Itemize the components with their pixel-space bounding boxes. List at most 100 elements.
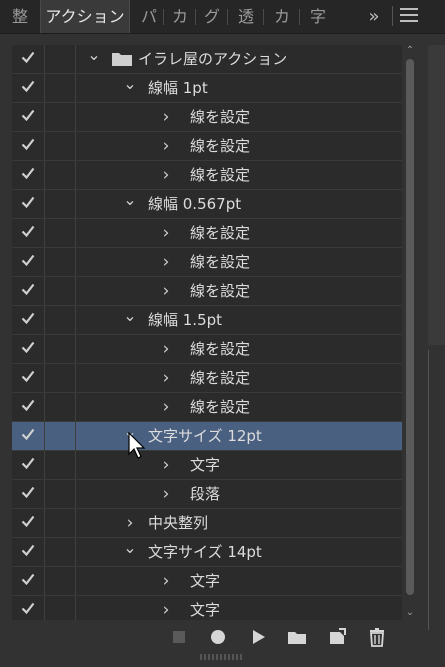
action-row[interactable]: ⌄ 線幅 1pt xyxy=(12,74,402,103)
toggle-dialog-cell[interactable] xyxy=(45,596,76,620)
toggle-dialog-cell[interactable] xyxy=(45,480,76,508)
action-step-row[interactable]: › 線を設定 xyxy=(12,132,402,161)
chevron-down-icon[interactable]: ⌄ xyxy=(122,74,138,102)
scroll-up-icon[interactable]: ⌃ xyxy=(404,45,416,57)
chevron-right-icon[interactable]: › xyxy=(158,219,174,247)
scroll-down-icon[interactable]: ⌄ xyxy=(404,607,416,619)
toggle-dialog-cell[interactable] xyxy=(45,132,76,160)
toggle-item-cell[interactable] xyxy=(12,567,45,595)
action-step-row[interactable]: › 線を設定 xyxy=(12,393,402,422)
toggle-dialog-cell[interactable] xyxy=(45,74,76,102)
toggle-item-cell[interactable] xyxy=(12,364,45,392)
toggle-item-cell[interactable] xyxy=(12,335,45,363)
toggle-item-cell[interactable] xyxy=(12,480,45,508)
action-step-row[interactable]: › 線を設定 xyxy=(12,103,402,132)
chevron-right-icon[interactable]: › xyxy=(158,480,174,508)
chevron-right-icon[interactable]: › xyxy=(158,364,174,392)
record-icon[interactable] xyxy=(207,626,229,648)
toggle-dialog-cell[interactable] xyxy=(45,509,76,537)
tab-overflow-icon[interactable]: » xyxy=(362,0,386,33)
action-set-row[interactable]: ⌄ イラレ屋のアクション xyxy=(12,45,402,74)
action-row[interactable]: ⌄ 線幅 1.5pt xyxy=(12,306,402,335)
tab-character[interactable]: 字 xyxy=(304,0,332,33)
chevron-down-icon[interactable]: ⌄ xyxy=(86,45,102,73)
action-step-row[interactable]: › 線を設定 xyxy=(12,161,402,190)
toggle-item-cell[interactable] xyxy=(12,45,45,73)
chevron-right-icon[interactable]: › xyxy=(158,335,174,363)
tab-transparency[interactable]: 透 xyxy=(232,0,260,33)
chevron-down-icon[interactable]: ⌄ xyxy=(122,306,138,334)
tab-align[interactable]: 整 xyxy=(6,0,34,33)
toggle-item-cell[interactable] xyxy=(12,393,45,421)
toggle-dialog-cell[interactable] xyxy=(45,103,76,131)
tab-gradient[interactable]: グ xyxy=(198,0,226,33)
toggle-item-cell[interactable] xyxy=(12,538,45,566)
action-row[interactable]: › 中央整列 xyxy=(12,509,402,538)
action-step-row[interactable]: › 段落 xyxy=(12,480,402,509)
toggle-dialog-cell[interactable] xyxy=(45,306,76,334)
chevron-right-icon[interactable]: › xyxy=(158,596,174,620)
toggle-item-cell[interactable] xyxy=(12,161,45,189)
scroll-thumb[interactable] xyxy=(406,59,414,595)
toggle-item-cell[interactable] xyxy=(12,74,45,102)
toggle-dialog-cell[interactable] xyxy=(45,190,76,218)
chevron-right-icon[interactable]: › xyxy=(122,509,138,537)
toggle-dialog-cell[interactable] xyxy=(45,161,76,189)
action-step-row[interactable]: › 文字 xyxy=(12,567,402,596)
toggle-item-cell[interactable] xyxy=(12,103,45,131)
toggle-dialog-cell[interactable] xyxy=(45,45,76,73)
action-row[interactable]: ⌄ 文字サイズ 12pt xyxy=(12,422,402,451)
toggle-item-cell[interactable] xyxy=(12,219,45,247)
play-icon[interactable] xyxy=(247,626,269,648)
action-step-row[interactable]: › 文字 xyxy=(12,596,402,620)
tab-pathfinder[interactable]: パ xyxy=(136,0,162,33)
toggle-dialog-cell[interactable] xyxy=(45,451,76,479)
toggle-item-cell[interactable] xyxy=(12,509,45,537)
chevron-down-icon[interactable]: ⌄ xyxy=(122,538,138,566)
toggle-item-cell[interactable] xyxy=(12,190,45,218)
new-set-folder-icon[interactable] xyxy=(286,626,308,648)
toggle-dialog-cell[interactable] xyxy=(45,277,76,305)
action-row[interactable]: ⌄ 文字サイズ 14pt xyxy=(12,538,402,567)
action-step-row[interactable]: › 文字 xyxy=(12,451,402,480)
toggle-dialog-cell[interactable] xyxy=(45,364,76,392)
action-step-row[interactable]: › 線を設定 xyxy=(12,219,402,248)
panel-menu-icon[interactable] xyxy=(400,8,418,24)
toggle-dialog-cell[interactable] xyxy=(45,422,76,450)
action-row[interactable]: ⌄ 線幅 0.567pt xyxy=(12,190,402,219)
toggle-item-cell[interactable] xyxy=(12,248,45,276)
tab-actions[interactable]: アクション xyxy=(40,0,130,33)
action-step-row[interactable]: › 線を設定 xyxy=(12,248,402,277)
action-step-row[interactable]: › 線を設定 xyxy=(12,364,402,393)
toggle-item-cell[interactable] xyxy=(12,132,45,160)
chevron-down-icon[interactable]: ⌄ xyxy=(122,190,138,218)
vertical-scrollbar[interactable]: ⌃ ⌄ xyxy=(404,45,416,620)
toggle-dialog-cell[interactable] xyxy=(45,393,76,421)
tab-color[interactable]: カ xyxy=(166,0,194,33)
toggle-item-cell[interactable] xyxy=(12,596,45,620)
stop-recording-icon[interactable] xyxy=(168,626,190,648)
toggle-dialog-cell[interactable] xyxy=(45,538,76,566)
toggle-item-cell[interactable] xyxy=(12,451,45,479)
toggle-dialog-cell[interactable] xyxy=(45,219,76,247)
delete-trash-icon[interactable] xyxy=(366,626,388,648)
toggle-item-cell[interactable] xyxy=(12,422,45,450)
new-action-icon[interactable] xyxy=(326,626,348,648)
action-step-row[interactable]: › 線を設定 xyxy=(12,335,402,364)
action-step-row[interactable]: › 線を設定 xyxy=(12,277,402,306)
chevron-right-icon[interactable]: › xyxy=(158,103,174,131)
chevron-right-icon[interactable]: › xyxy=(158,132,174,160)
chevron-right-icon[interactable]: › xyxy=(158,393,174,421)
toggle-item-cell[interactable] xyxy=(12,277,45,305)
chevron-right-icon[interactable]: › xyxy=(158,567,174,595)
tab-color-guide[interactable]: カ xyxy=(268,0,296,33)
panel-resize-grip[interactable] xyxy=(200,654,244,660)
chevron-right-icon[interactable]: › xyxy=(158,161,174,189)
toggle-dialog-cell[interactable] xyxy=(45,335,76,363)
toggle-dialog-cell[interactable] xyxy=(45,567,76,595)
chevron-right-icon[interactable]: › xyxy=(158,277,174,305)
chevron-right-icon[interactable]: › xyxy=(158,248,174,276)
chevron-right-icon[interactable]: › xyxy=(158,451,174,479)
toggle-dialog-cell[interactable] xyxy=(45,248,76,276)
toggle-item-cell[interactable] xyxy=(12,306,45,334)
